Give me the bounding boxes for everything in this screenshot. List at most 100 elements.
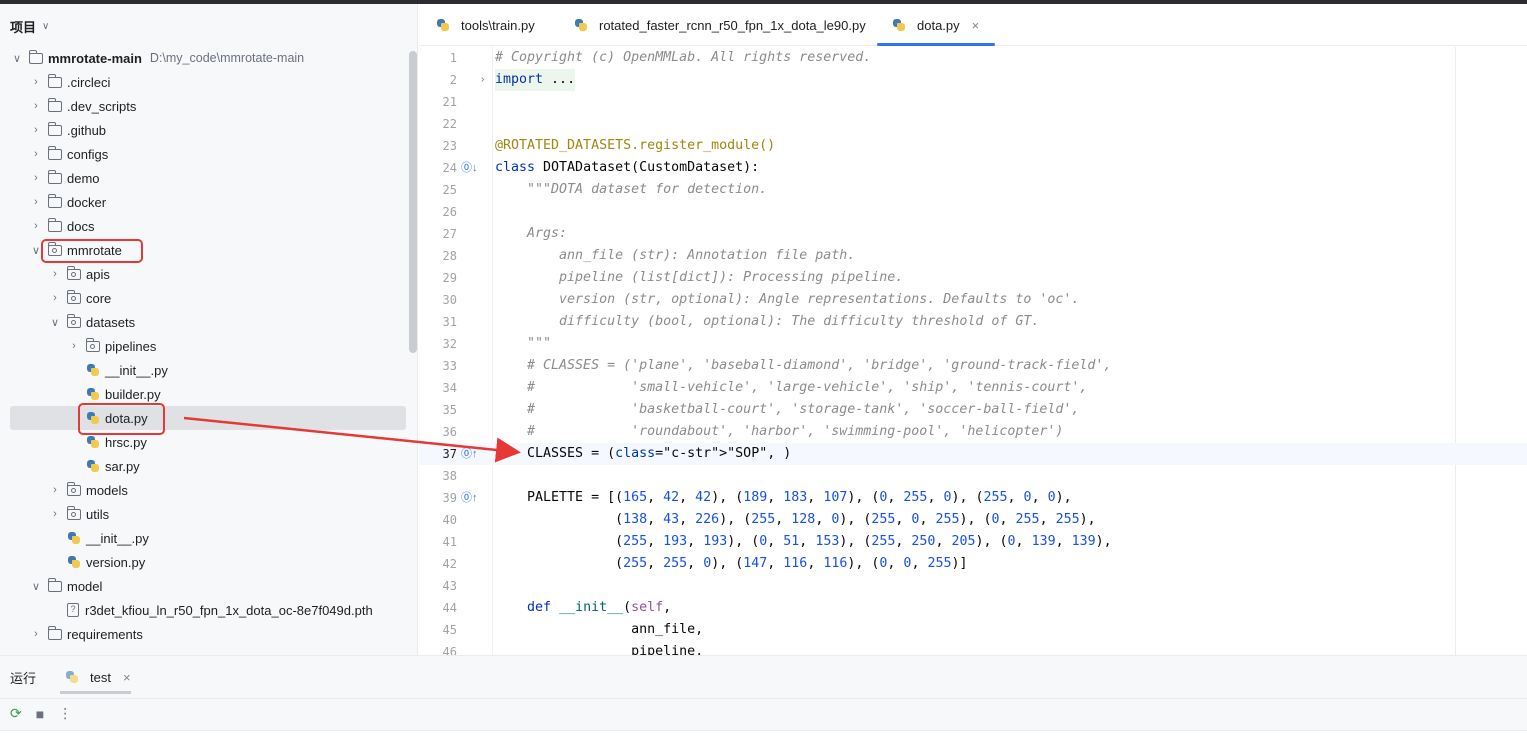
tree-item-label: builder.py <box>105 386 161 402</box>
code-line[interactable]: @ROTATED_DATASETS.register_module() <box>495 135 775 157</box>
tree-item[interactable]: __init__.py <box>0 358 408 382</box>
code-line[interactable]: (255, 255, 0), (147, 116, 116), (0, 0, 2… <box>495 553 967 575</box>
tree-item[interactable]: sar.py <box>0 454 408 478</box>
code-line[interactable]: # 'roundabout', 'harbor', 'swimming-pool… <box>495 421 1063 443</box>
tree-item[interactable]: › .github <box>0 118 408 142</box>
tree-item[interactable]: › .dev_scripts <box>0 94 408 118</box>
tree-item[interactable]: › docs <box>0 214 408 238</box>
chevron-right-icon[interactable]: › <box>48 292 62 304</box>
chevron-right-icon[interactable]: › <box>29 196 43 208</box>
tree-item-label: .circleci <box>67 74 111 90</box>
tree-item[interactable]: › utils <box>0 502 408 526</box>
rerun-icon[interactable]: ⟳ <box>10 705 22 722</box>
editor-tabs: tools\train.py rotated_faster_rcnn_r50_f… <box>419 4 1527 46</box>
chevron-down-icon[interactable]: ∨ <box>29 580 43 593</box>
tree-item[interactable]: __init__.py <box>0 526 408 550</box>
unknown-file-icon: ? <box>67 603 79 617</box>
line-number: 27 <box>442 227 457 241</box>
code-line[interactable]: # 'small-vehicle', 'large-vehicle', 'shi… <box>495 377 1087 399</box>
code-line[interactable]: (255, 193, 193), (0, 51, 153), (255, 250… <box>495 531 1112 553</box>
chevron-right-icon[interactable]: › <box>29 124 43 136</box>
tab-train-py[interactable]: tools\train.py <box>431 4 535 46</box>
code-line[interactable]: class DOTADataset(CustomDataset): <box>495 157 759 179</box>
chevron-right-icon[interactable]: › <box>29 100 43 112</box>
tree-item[interactable]: › .circleci <box>0 70 408 94</box>
tree-item[interactable]: › configs <box>0 142 408 166</box>
chevron-right-icon[interactable]: › <box>29 172 43 184</box>
code-line[interactable]: # 'basketball-court', 'storage-tank', 's… <box>495 399 1079 421</box>
tree-item[interactable]: › requirements <box>0 622 408 646</box>
tree-item[interactable]: ∨ model <box>0 574 408 598</box>
code-line[interactable]: def __init__(self, <box>495 597 671 619</box>
code-line[interactable]: difficulty (bool, optional): The difficu… <box>495 311 1039 333</box>
chevron-down-icon[interactable]: ∨ <box>48 316 62 329</box>
code-line[interactable]: pipeline (list[dict]): Processing pipeli… <box>495 267 903 289</box>
chevron-right-icon[interactable]: › <box>29 148 43 160</box>
tree-item[interactable]: builder.py <box>0 382 408 406</box>
code-line[interactable]: """ <box>495 333 551 355</box>
code-line[interactable]: # Copyright (c) OpenMMLab. All rights re… <box>495 47 871 69</box>
tree-item[interactable]: version.py <box>0 550 408 574</box>
code-line[interactable]: pipeline, <box>495 641 703 655</box>
chevron-right-icon[interactable]: › <box>67 340 81 352</box>
chevron-right-icon[interactable]: › <box>29 628 43 640</box>
tree-item[interactable]: ∨ datasets <box>0 310 408 334</box>
tree-item[interactable]: › core <box>0 286 408 310</box>
line-number: 2 <box>449 73 457 87</box>
chevron-right-icon[interactable]: › <box>48 508 62 520</box>
tree-item[interactable]: › demo <box>0 166 408 190</box>
code-line[interactable]: version (str, optional): Angle represent… <box>495 289 1079 311</box>
tree-item-label: requirements <box>67 626 143 642</box>
override-gutter-icon[interactable]: ⓪↓ <box>461 157 478 179</box>
tree-item[interactable]: › docker <box>0 190 408 214</box>
tree-item[interactable]: › models <box>0 478 408 502</box>
chevron-right-icon[interactable]: › <box>48 484 62 496</box>
code-line[interactable]: ann_file (str): Annotation file path. <box>495 245 855 267</box>
override-gutter-icon[interactable]: ⓪↑ <box>461 443 478 465</box>
run-tab-test[interactable]: test × <box>60 662 131 694</box>
right-margin-guide <box>1455 47 1456 655</box>
line-number: 1 <box>449 51 457 65</box>
code-line[interactable]: CLASSES = (class="c-str">"SOP", ) <box>495 443 791 465</box>
tab-rotated-faster-rcnn[interactable]: rotated_faster_rcnn_r50_fpn_1x_dota_le90… <box>569 4 866 46</box>
chevron-down-icon[interactable]: ∨ <box>10 52 24 65</box>
tree-item[interactable]: ∨ mmrotate-main D:\my_code\mmrotate-main <box>0 46 408 70</box>
tab-label: dota.py <box>917 17 960 33</box>
code-line[interactable]: ann_file, <box>495 619 703 641</box>
tree-item[interactable]: dota.py <box>10 406 406 430</box>
code-line[interactable]: (138, 43, 226), (255, 128, 0), (255, 0, … <box>495 509 1096 531</box>
line-number: 26 <box>442 205 457 219</box>
line-number: 25 <box>442 183 457 197</box>
close-icon[interactable]: × <box>123 670 131 685</box>
stop-icon[interactable]: ■ <box>36 706 44 722</box>
chevron-right-icon[interactable]: › <box>48 268 62 280</box>
line-number: 42 <box>442 557 457 571</box>
tab-dota-py[interactable]: dota.py × <box>876 4 996 46</box>
tree-item[interactable]: hrsc.py <box>0 430 408 454</box>
project-scrollbar[interactable] <box>409 51 417 353</box>
override-gutter-icon[interactable]: ⓪↑ <box>461 487 478 509</box>
tree-item[interactable]: › apis <box>0 262 408 286</box>
close-icon[interactable]: × <box>972 18 980 33</box>
tree-item-label: demo <box>67 170 100 186</box>
project-panel-header[interactable]: 项目 ∨ <box>10 16 49 36</box>
chevron-right-icon[interactable]: › <box>29 220 43 232</box>
line-number: 46 <box>442 645 457 655</box>
code-line[interactable]: Args: <box>495 223 567 245</box>
tree-item[interactable]: ? r3det_kfiou_ln_r50_fpn_1x_dota_oc-8e7f0… <box>0 598 408 622</box>
tree-item[interactable]: › pipelines <box>0 334 408 358</box>
code-line[interactable]: import ... <box>495 69 576 91</box>
package-folder-icon <box>66 289 81 304</box>
folder-icon <box>47 625 62 640</box>
code-editor[interactable]: 1 # Copyright (c) OpenMMLab. All rights r… <box>419 47 1527 655</box>
fold-expand-icon[interactable]: › <box>481 69 484 91</box>
code-line[interactable]: PALETTE = [(165, 42, 42), (189, 183, 107… <box>495 487 1072 509</box>
line-number: 24 <box>442 161 457 175</box>
chevron-right-icon[interactable]: › <box>29 76 43 88</box>
code-line[interactable]: # CLASSES = ('plane', 'baseball-diamond'… <box>495 355 1111 377</box>
more-options-icon[interactable]: ⋮ <box>58 705 72 722</box>
code-line[interactable]: """DOTA dataset for detection. <box>495 179 767 201</box>
tree-item-label: apis <box>86 266 110 282</box>
chevron-down-icon[interactable]: ∨ <box>42 21 49 32</box>
tree-item-label: utils <box>86 506 110 522</box>
